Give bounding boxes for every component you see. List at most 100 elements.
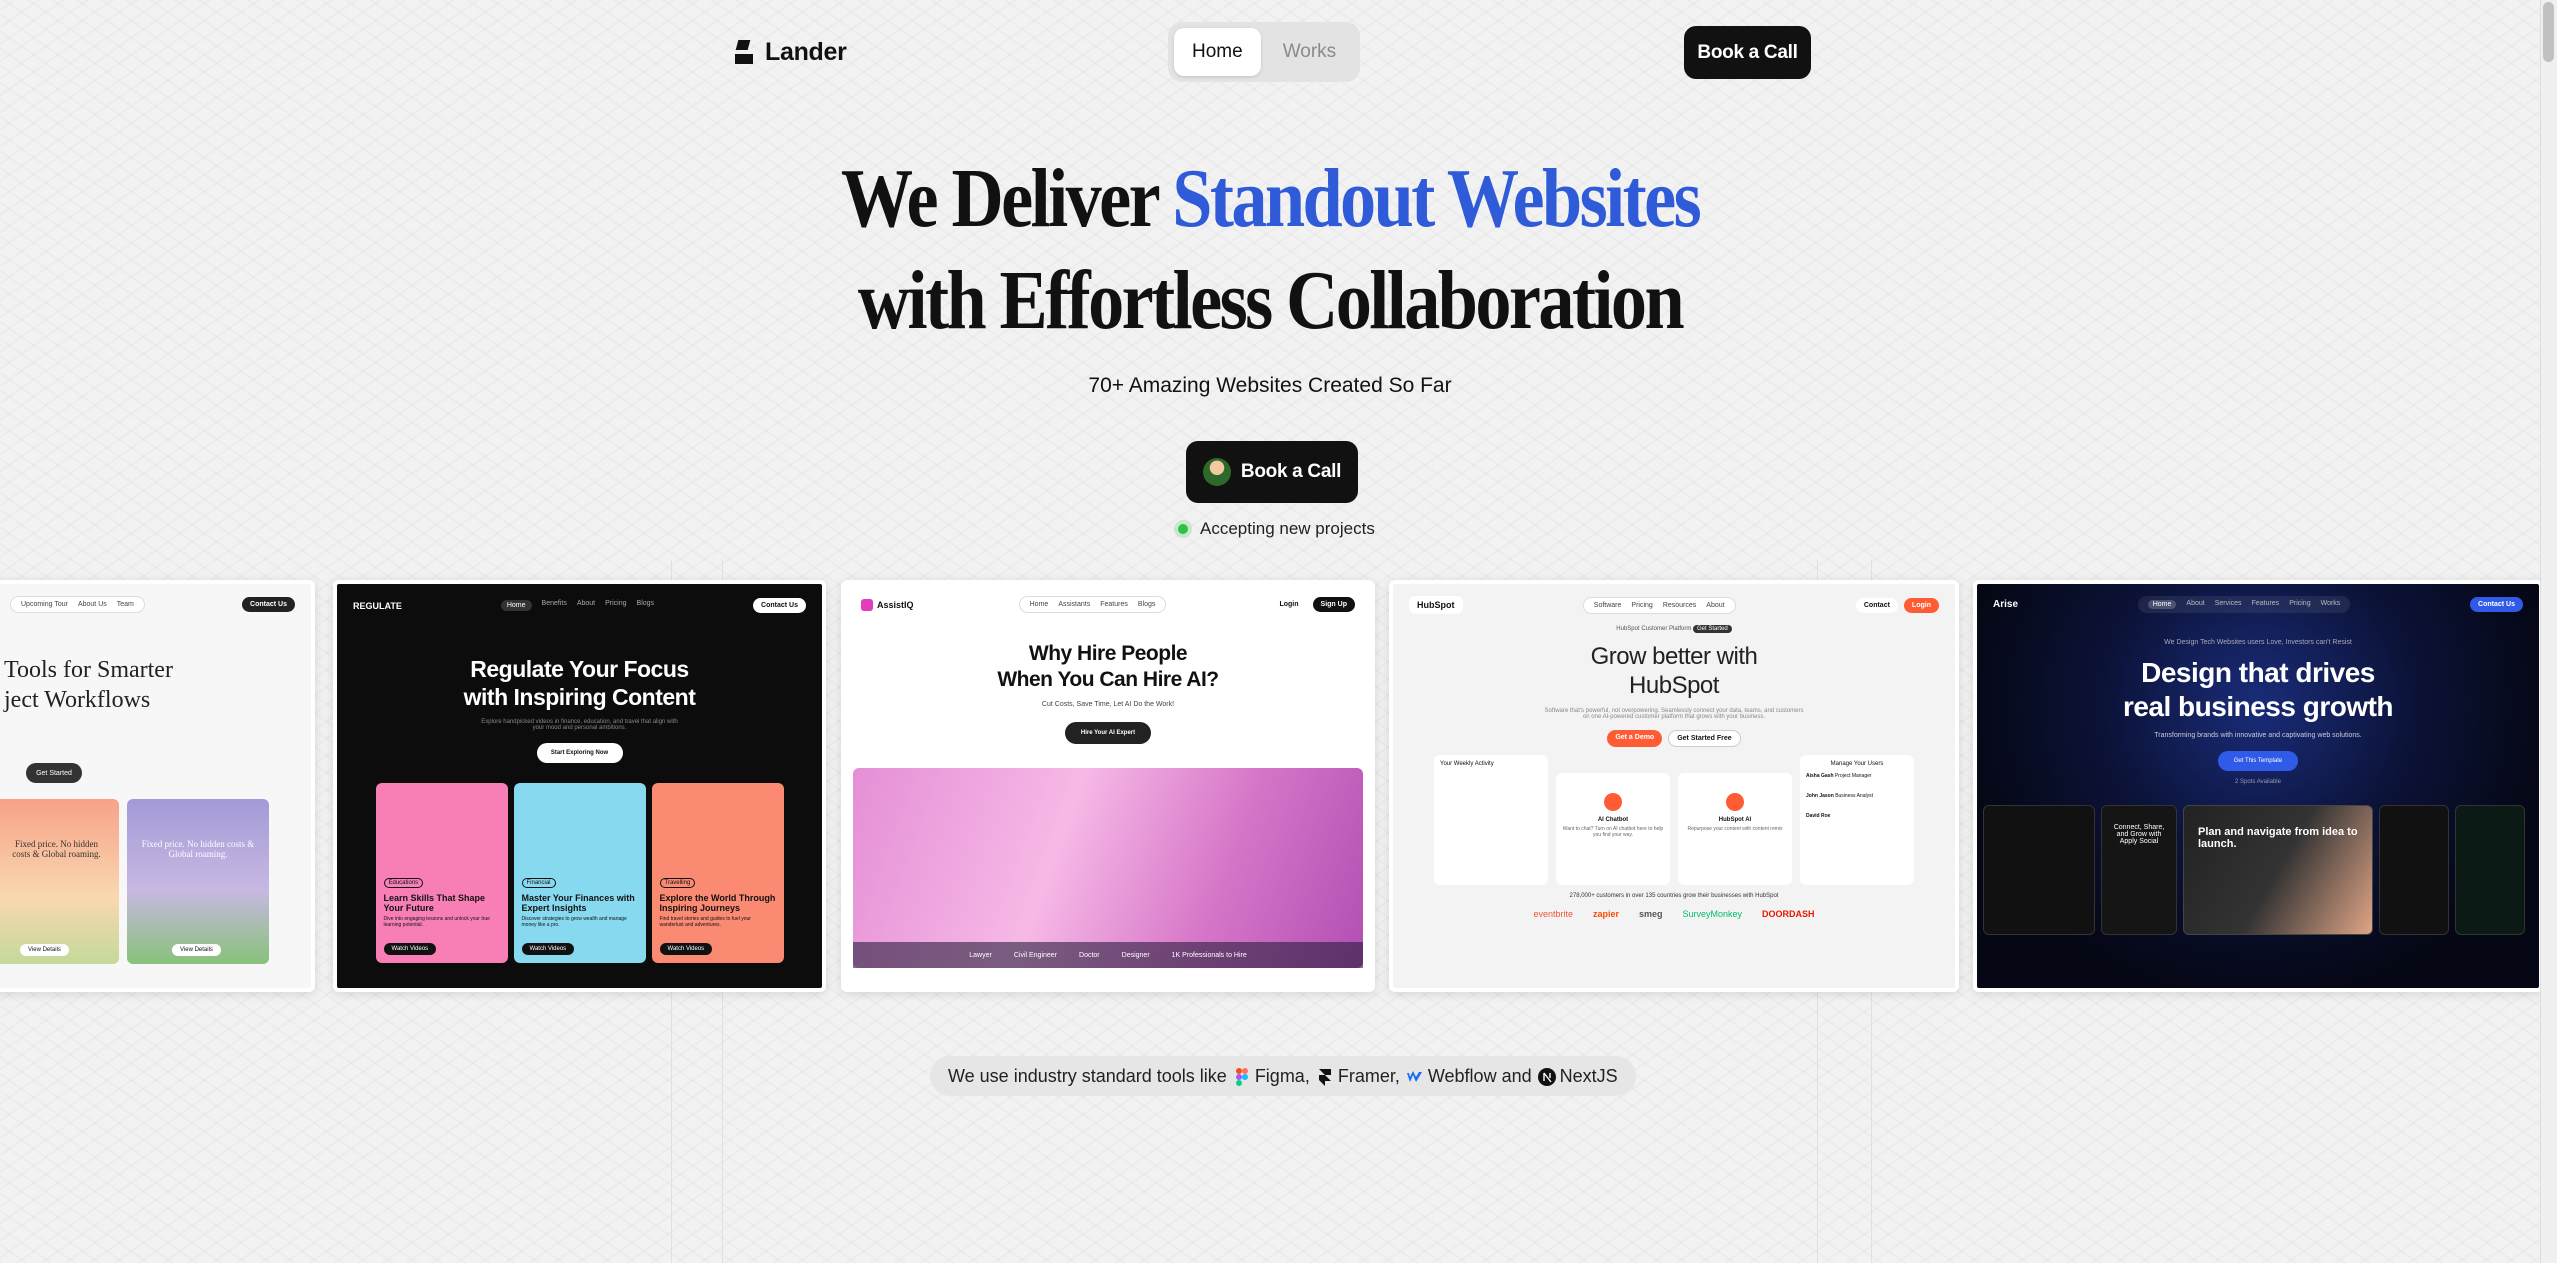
badge-button[interactable]: Get Started (1693, 625, 1732, 633)
book-call-button[interactable]: Book a Call (1684, 26, 1811, 79)
view-details-button[interactable]: View Details (20, 944, 69, 956)
nav-link[interactable]: About (577, 600, 595, 611)
brand-name: Lander (765, 38, 847, 66)
nav-link[interactable]: Pricing (1631, 602, 1652, 609)
start-exploring-button[interactable]: Start Exploring Now (536, 743, 623, 763)
card-brand: REGULATE (353, 600, 402, 611)
portfolio-card-arise[interactable]: Arise Home About Services Features Prici… (1973, 580, 2543, 992)
badge-text: HubSpot Customer Platform (1616, 626, 1692, 632)
nav-link[interactable]: Features (1100, 601, 1128, 608)
card-brand: Arise (1993, 599, 2019, 610)
signup-button[interactable]: Sign Up (1312, 597, 1355, 612)
screen-title: Connect, Share, and Grow with Apply Soci… (2113, 824, 2165, 845)
panel-title: AI Chatbot (1597, 817, 1629, 823)
content-tile-financial: Financial Master Your Finances with Expe… (513, 783, 646, 963)
watch-videos-button[interactable]: Watch Videos (383, 943, 437, 955)
contact-button[interactable]: Contact Us (753, 598, 806, 613)
status-text: Accepting new projects (1200, 519, 1375, 538)
user-role: Business Analyst (1835, 793, 1873, 799)
portfolio-card-hubspot[interactable]: HubSpot Software Pricing Resources About… (1389, 580, 1959, 992)
page-scrollbar[interactable] (2540, 0, 2557, 1263)
nav-link[interactable]: About Us (78, 601, 107, 608)
availability-status: Accepting new projects (1178, 519, 1375, 539)
user-row: David Roe (1806, 813, 1908, 819)
login-button[interactable]: Login (1903, 597, 1939, 613)
customer-logo: SurveyMonkey (1682, 909, 1743, 919)
card-brand: AssistIQ (877, 599, 914, 610)
nav-link[interactable]: Pricing (605, 600, 626, 611)
scrollbar-thumb[interactable] (2543, 2, 2554, 62)
preview-screen (2455, 805, 2525, 935)
get-demo-button[interactable]: Get a Demo (1607, 730, 1663, 747)
watch-videos-button[interactable]: Watch Videos (659, 943, 713, 955)
pricing-tile: Fixed price. No hidden costs & Global ro… (127, 799, 269, 964)
nav-link[interactable]: Assistants (1058, 601, 1090, 608)
hero-title-part1: We Deliver (840, 152, 1173, 245)
nav-link[interactable]: Works (2321, 600, 2341, 609)
view-details-button[interactable]: View Details (172, 944, 221, 956)
contact-button[interactable]: Contact Us (242, 597, 295, 612)
nav-link[interactable]: Upcoming Tour (21, 601, 68, 608)
card-subtitle: Software that's powerful, not overpoweri… (1544, 708, 1804, 720)
nav-link[interactable]: Blogs (1138, 601, 1156, 608)
nav-link[interactable]: Features (2252, 600, 2280, 609)
contact-button[interactable]: Contact Us (2470, 597, 2523, 612)
role-label: Civil Engineer (1013, 951, 1058, 959)
chatbot-panel: AI Chatbot Want to chat? Turn on AI chat… (1556, 773, 1670, 885)
nav-link[interactable]: Benefits (542, 600, 567, 611)
panel-title: Your Weekly Activity (1440, 761, 1494, 767)
hero-title: We Deliver Standout Websites with Effort… (178, 148, 2362, 352)
tab-home[interactable]: Home (1174, 28, 1261, 76)
weekly-activity-panel: Your Weekly Activity (1434, 755, 1548, 885)
nav-link[interactable]: About (2186, 600, 2204, 609)
hero-title-accent: Standout Websites (1172, 152, 1701, 245)
portfolio-card-regulate[interactable]: REGULATE Home Benefits About Pricing Blo… (333, 580, 826, 992)
hire-ai-button[interactable]: Hire Your AI Expert (1065, 722, 1151, 744)
card-title: When You Can Hire AI? (997, 668, 1219, 691)
preview-screen (2379, 805, 2449, 935)
card-title: ject Workflows (4, 687, 151, 713)
tile-tag: Travelling (659, 878, 696, 888)
tile-desc: Find travel stories and guides to fuel y… (659, 916, 751, 928)
nav-link[interactable]: Pricing (2289, 600, 2310, 609)
card-title: Why Hire People (1028, 642, 1188, 665)
customer-logo: smeg (1638, 909, 1663, 919)
nav-link[interactable]: Blogs (637, 600, 655, 611)
tile-text: Fixed price. No hidden costs & Global ro… (141, 839, 255, 859)
nav-link[interactable]: About (1706, 602, 1724, 609)
role-label: Lawyer (969, 951, 992, 959)
portfolio-card-assistiq[interactable]: AssistIQ Home Assistants Features Blogs … (841, 580, 1375, 992)
tile-desc: Discover strategies to grow wealth and m… (521, 916, 627, 928)
tab-works[interactable]: Works (1265, 28, 1354, 76)
nav-link[interactable]: Team (117, 601, 134, 608)
brand-logo[interactable]: Lander (735, 38, 847, 67)
tile-tag: Educations (383, 878, 424, 888)
user-row: Aisha Gash Project Manager (1806, 773, 1908, 779)
nav-link[interactable]: Services (2215, 600, 2242, 609)
platform-badge: HubSpot Customer Platform Get Started (1393, 625, 1955, 633)
get-template-button[interactable]: Get This Template (2218, 751, 2298, 771)
nav-link[interactable]: Home (2147, 600, 2177, 609)
get-started-free-button[interactable]: Get Started Free (1668, 730, 1741, 747)
nav-link[interactable]: Resources (1663, 602, 1696, 609)
user-role: Project Manager (1834, 773, 1872, 779)
nav-link[interactable]: Home (500, 600, 532, 611)
professionals-image: Lawyer Civil Engineer Doctor Designer 1K… (853, 768, 1363, 968)
coins-illustration-icon (522, 791, 638, 871)
panel-desc: Want to chat? Turn on AI chatbot here to… (1562, 826, 1664, 838)
card-title: Tools for Smarter (4, 657, 173, 683)
get-started-button[interactable]: Get Started (26, 763, 82, 783)
site-header: Lander Home Works Book a Call (0, 22, 2540, 82)
tool-nextjs: NextJS (1537, 1066, 1618, 1087)
hero-book-call-button[interactable]: Book a Call (1186, 441, 1358, 503)
nav-link[interactable]: Software (1594, 602, 1622, 609)
nav-link[interactable]: Home (1030, 601, 1049, 608)
portfolio-card-workflows[interactable]: Upcoming Tour About Us Team Contact Us T… (0, 580, 315, 992)
login-link[interactable]: Login (1271, 597, 1306, 612)
tool-sep: , (1394, 1065, 1400, 1086)
customer-logo: eventbrite (1533, 909, 1573, 919)
contact-link[interactable]: Contact (1855, 597, 1898, 613)
tools-intro: We use industry standard tools like (948, 1065, 1227, 1086)
watch-videos-button[interactable]: Watch Videos (521, 943, 575, 955)
webflow-icon (1406, 1070, 1422, 1082)
